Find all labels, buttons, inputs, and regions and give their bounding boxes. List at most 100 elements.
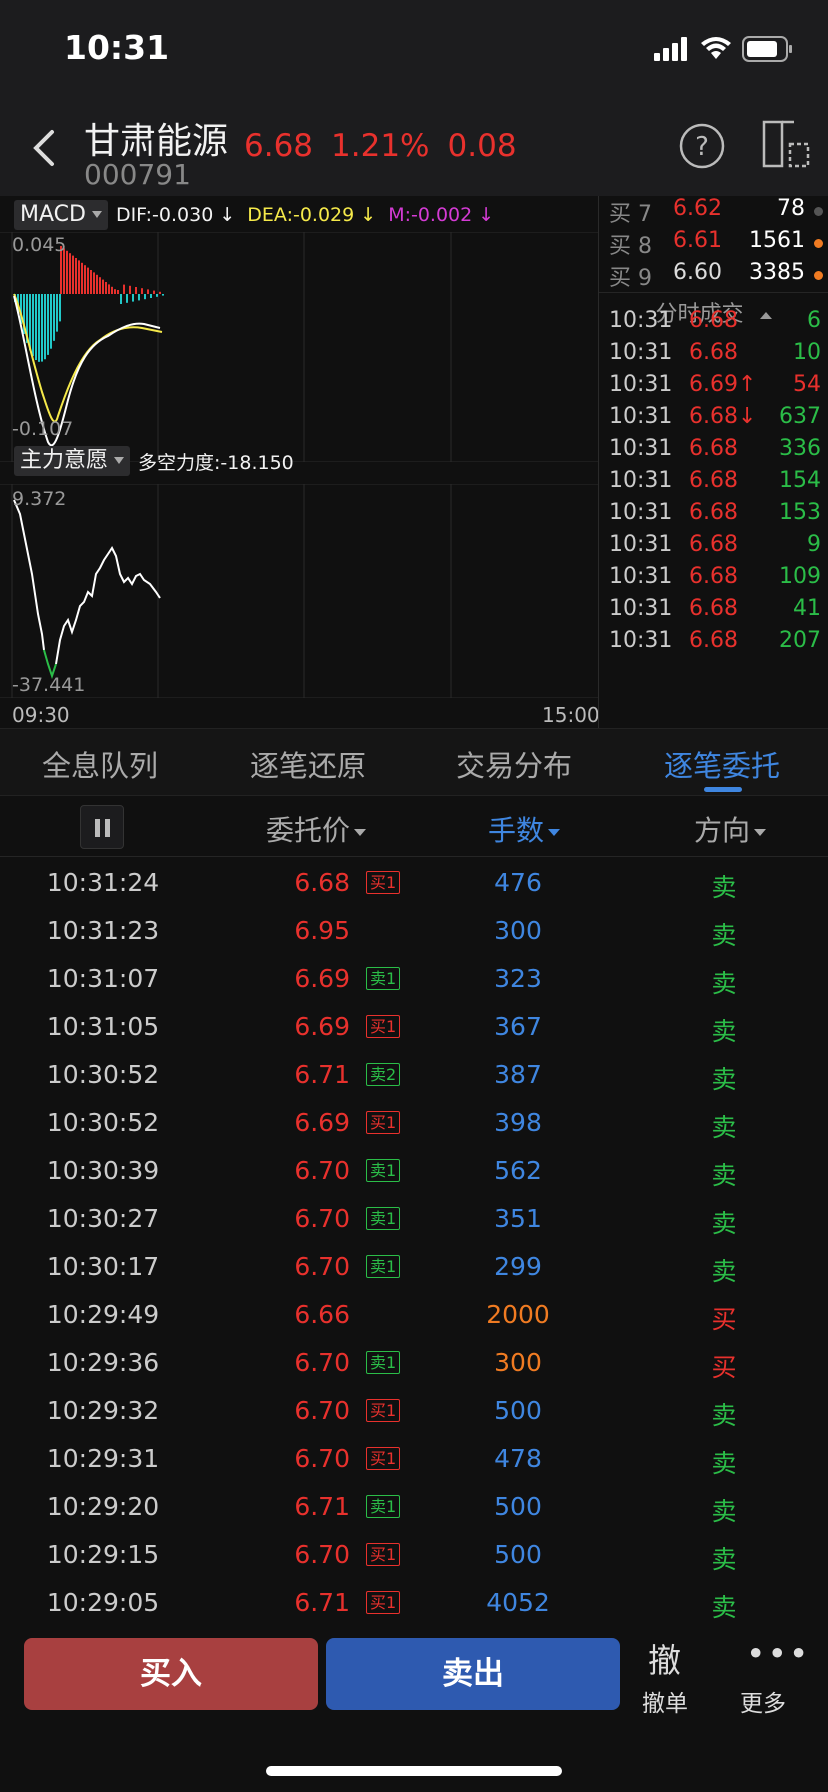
orderbook-row: 买 7 6.62 78 (599, 196, 828, 228)
orderbook-volume: 3385 (749, 260, 805, 285)
order-row[interactable]: 10:29:36 6.70 卖1 300 买 (0, 1340, 828, 1388)
cancel-order-label[interactable]: 撤单 (642, 1684, 688, 1718)
tick-time: 10:31 (609, 628, 673, 653)
order-price: 6.70 (294, 1252, 350, 1281)
order-row[interactable]: 10:30:17 6.70 卖1 299 卖 (0, 1244, 828, 1292)
orderbook-price: 6.62 (673, 196, 722, 221)
tick-row: 10:31 6.69↑ 54 (599, 372, 828, 408)
signal-icon (654, 37, 687, 61)
order-level-tag: 卖1 (366, 1495, 401, 1518)
macd-bar (69, 253, 71, 294)
order-direction: 卖 (711, 1593, 737, 1622)
tick-price: 6.68 (689, 596, 738, 621)
tick-volume: 207 (779, 628, 821, 653)
tick-volume: 153 (779, 500, 821, 525)
order-time: 10:30:52 (46, 1108, 160, 1137)
macd-bar (117, 290, 119, 294)
tick-row: 10:31 6.68 41 (599, 596, 828, 632)
macd-bottom: -0.107 (12, 418, 74, 440)
macd-bar (81, 262, 83, 294)
macd-bar (47, 294, 49, 355)
order-direction: 卖 (711, 1161, 737, 1190)
col-price[interactable]: 委托价 (266, 809, 367, 849)
order-row[interactable]: 10:30:27 6.70 卖1 351 卖 (0, 1196, 828, 1244)
col-direction[interactable]: 方向 (694, 809, 767, 849)
tab-trade-distribution[interactable]: 交易分布 (456, 743, 572, 785)
order-volume: 562 (494, 1156, 542, 1185)
buy-button[interactable]: 买入 (24, 1638, 318, 1710)
tick-price: 6.68 (689, 500, 738, 525)
pause-button[interactable] (80, 805, 124, 849)
tick-row: 10:31 6.68 10 (599, 340, 828, 376)
order-time: 10:31:07 (46, 964, 160, 993)
order-volume: 323 (494, 964, 542, 993)
order-price: 6.71 (294, 1060, 350, 1089)
order-row[interactable]: 10:29:49 6.66 2000 买 (0, 1292, 828, 1340)
macd-bar (120, 294, 122, 304)
order-row[interactable]: 10:29:15 6.70 买1 500 卖 (0, 1532, 828, 1580)
cancel-order-icon[interactable]: 撤 (648, 1634, 681, 1682)
order-price: 6.70 (294, 1204, 350, 1233)
macd-bar (66, 250, 68, 294)
order-row[interactable]: 10:31:24 6.68 买1 476 卖 (0, 860, 828, 908)
order-level-tag: 卖1 (366, 1159, 401, 1182)
more-icon[interactable]: ••• (746, 1634, 810, 1673)
macd-bar (129, 285, 131, 294)
power-chart (0, 484, 598, 698)
split-screen-icon[interactable] (760, 118, 812, 170)
macd-chart (0, 232, 598, 462)
more-label[interactable]: 更多 (740, 1684, 786, 1718)
tab-full-queue[interactable]: 全息队列 (42, 743, 158, 785)
power-selector[interactable]: 主力意愿 (14, 446, 131, 476)
order-row[interactable]: 10:31:23 6.95 300 卖 (0, 908, 828, 956)
tick-time: 10:31 (609, 340, 673, 365)
order-level-tag: 买1 (366, 1447, 401, 1470)
wifi-icon (701, 37, 731, 59)
order-direction: 卖 (711, 1113, 737, 1142)
tick-volume: 10 (793, 340, 821, 365)
order-row[interactable]: 10:29:20 6.71 卖1 500 卖 (0, 1484, 828, 1532)
order-time: 10:29:49 (46, 1300, 160, 1329)
col-volume[interactable]: 手数 (488, 809, 561, 849)
status-icons (654, 34, 794, 64)
order-row[interactable]: 10:31:07 6.69 卖1 323 卖 (0, 956, 828, 1004)
order-level-tag: 买1 (366, 1111, 401, 1134)
back-icon[interactable] (24, 124, 64, 172)
orderbook-price: 6.61 (673, 228, 722, 253)
macd-bar (147, 289, 149, 294)
order-row[interactable]: 10:29:31 6.70 买1 478 卖 (0, 1436, 828, 1484)
macd-selector[interactable]: MACD (14, 200, 108, 230)
order-price: 6.70 (294, 1348, 350, 1377)
order-direction: 卖 (711, 1017, 737, 1046)
order-row[interactable]: 10:30:52 6.69 买1 398 卖 (0, 1100, 828, 1148)
order-row[interactable]: 10:30:52 6.71 卖2 387 卖 (0, 1052, 828, 1100)
order-row[interactable]: 10:31:05 6.69 买1 367 卖 (0, 1004, 828, 1052)
order-level-tag: 卖2 (366, 1063, 401, 1086)
order-row[interactable]: 10:30:39 6.70 卖1 562 卖 (0, 1148, 828, 1196)
order-price: 6.95 (294, 916, 350, 945)
help-icon[interactable]: ? (678, 122, 726, 170)
order-price: 6.66 (294, 1300, 350, 1329)
orderbook-row: 买 8 6.61 1561 (599, 228, 828, 260)
tab-tick-restore[interactable]: 逐笔还原 (250, 743, 366, 785)
stock-header: 甘肃能源 000791 6.68 1.21% 0.08 ? (0, 100, 828, 196)
tick-row: 10:31 6.68 6 (599, 308, 828, 344)
change-amount: 0.08 (447, 128, 517, 164)
order-time: 10:29:31 (46, 1444, 160, 1473)
order-volume: 500 (494, 1492, 542, 1521)
sell-button[interactable]: 卖出 (326, 1638, 620, 1710)
tick-volume: 54 (793, 372, 821, 397)
time-end: 15:00 (542, 703, 600, 727)
order-price: 6.69 (294, 1108, 350, 1137)
tick-row: 10:31 6.68 153 (599, 500, 828, 536)
macd-bar (138, 294, 140, 301)
macd-bar (44, 294, 46, 360)
tick-price: 6.68 (689, 564, 738, 589)
order-direction: 卖 (711, 1209, 737, 1238)
orderbook-label: 买 7 (609, 202, 652, 227)
order-row[interactable]: 10:29:32 6.70 买1 500 卖 (0, 1388, 828, 1436)
stock-code: 000791 (84, 158, 191, 191)
tab-tick-orders[interactable]: 逐笔委托 (664, 743, 780, 785)
tick-row: 10:31 6.68 154 (599, 468, 828, 504)
order-price: 6.69 (294, 1012, 350, 1041)
